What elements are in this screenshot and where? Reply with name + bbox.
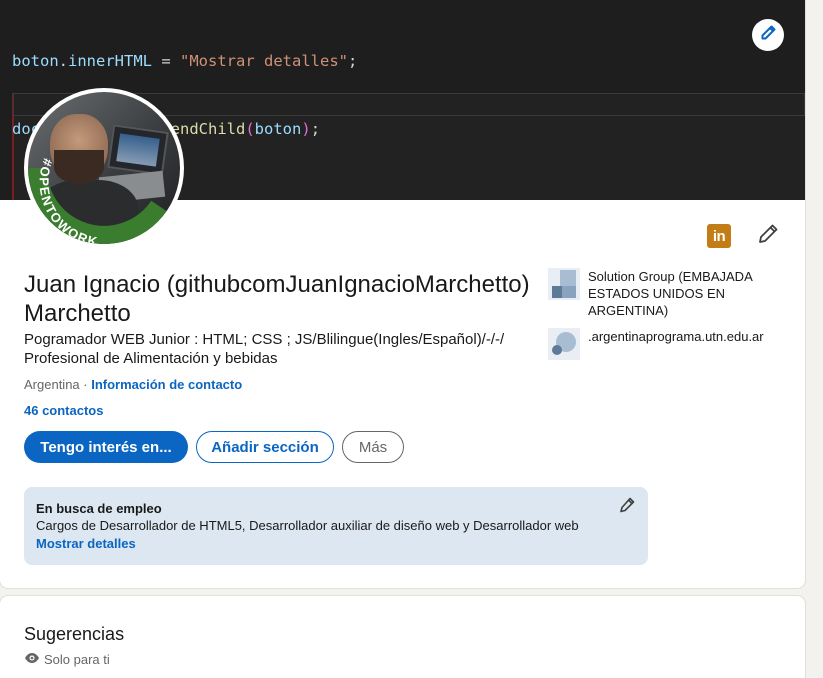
education-school[interactable]: .argentinaprograma.utn.edu.ar (548, 328, 798, 360)
pencil-icon (619, 497, 635, 518)
company-name: Solution Group (EMBAJADA ESTADOS UNIDOS … (588, 269, 753, 318)
profile-card: boton.innerHTML = "Mostrar detalles"; do… (0, 0, 805, 588)
visibility-row: Solo para ti (24, 652, 110, 667)
open-to-button[interactable]: Tengo interés en... (24, 431, 188, 463)
show-details-link[interactable]: Mostrar detalles (36, 535, 636, 552)
edit-intro-button[interactable] (756, 224, 780, 248)
more-button[interactable]: Más (342, 431, 404, 463)
company-logo-icon (548, 268, 580, 300)
add-section-button[interactable]: Añadir sección (196, 431, 334, 463)
edit-open-to-work-button[interactable] (618, 497, 636, 518)
code-line: boton.innerHTML = "Mostrar detalles"; (12, 52, 358, 70)
school-logo-icon (548, 328, 580, 360)
suggestions-title: Sugerencias (24, 624, 125, 644)
visibility-text: Solo para ti (44, 652, 110, 667)
location-row: Argentina · Información de contacto (24, 377, 242, 392)
linkedin-badge-icon[interactable]: in (707, 224, 731, 248)
suggestions-card: Sugerencias Solo para ti (0, 596, 805, 678)
pencil-icon (760, 25, 776, 46)
edit-cover-button[interactable] (752, 19, 784, 51)
current-company[interactable]: Solution Group (EMBAJADA ESTADOS UNIDOS … (548, 268, 798, 319)
profile-headline: Pogramador WEB Junior : HTML; CSS ; JS/B… (24, 331, 505, 367)
open-to-work-title: En busca de empleo (36, 501, 162, 516)
location-text: Argentina (24, 377, 80, 392)
school-name: .argentinaprograma.utn.edu.ar (588, 329, 764, 344)
open-to-work-description: Cargos de Desarrollador de HTML5, Desarr… (36, 518, 579, 533)
scrollbar-track[interactable] (818, 0, 823, 678)
pencil-icon (757, 223, 779, 250)
open-to-work-card: En busca de empleo Cargos de Desarrollad… (24, 487, 648, 565)
profile-name: Juan Ignacio (githubcomJuanIgnacioMarche… (24, 271, 530, 327)
contact-info-link[interactable]: Información de contacto (91, 377, 242, 392)
code-string: "Mostrar detalles" (180, 52, 348, 70)
separator: · (79, 377, 92, 392)
avatar: #OPENTOWORK (28, 92, 180, 244)
open-to-work-frame: #OPENTOWORK (28, 157, 173, 244)
profile-photo[interactable]: #OPENTOWORK (24, 88, 184, 248)
eye-icon (24, 652, 40, 667)
contacts-link[interactable]: 46 contactos (24, 403, 103, 418)
